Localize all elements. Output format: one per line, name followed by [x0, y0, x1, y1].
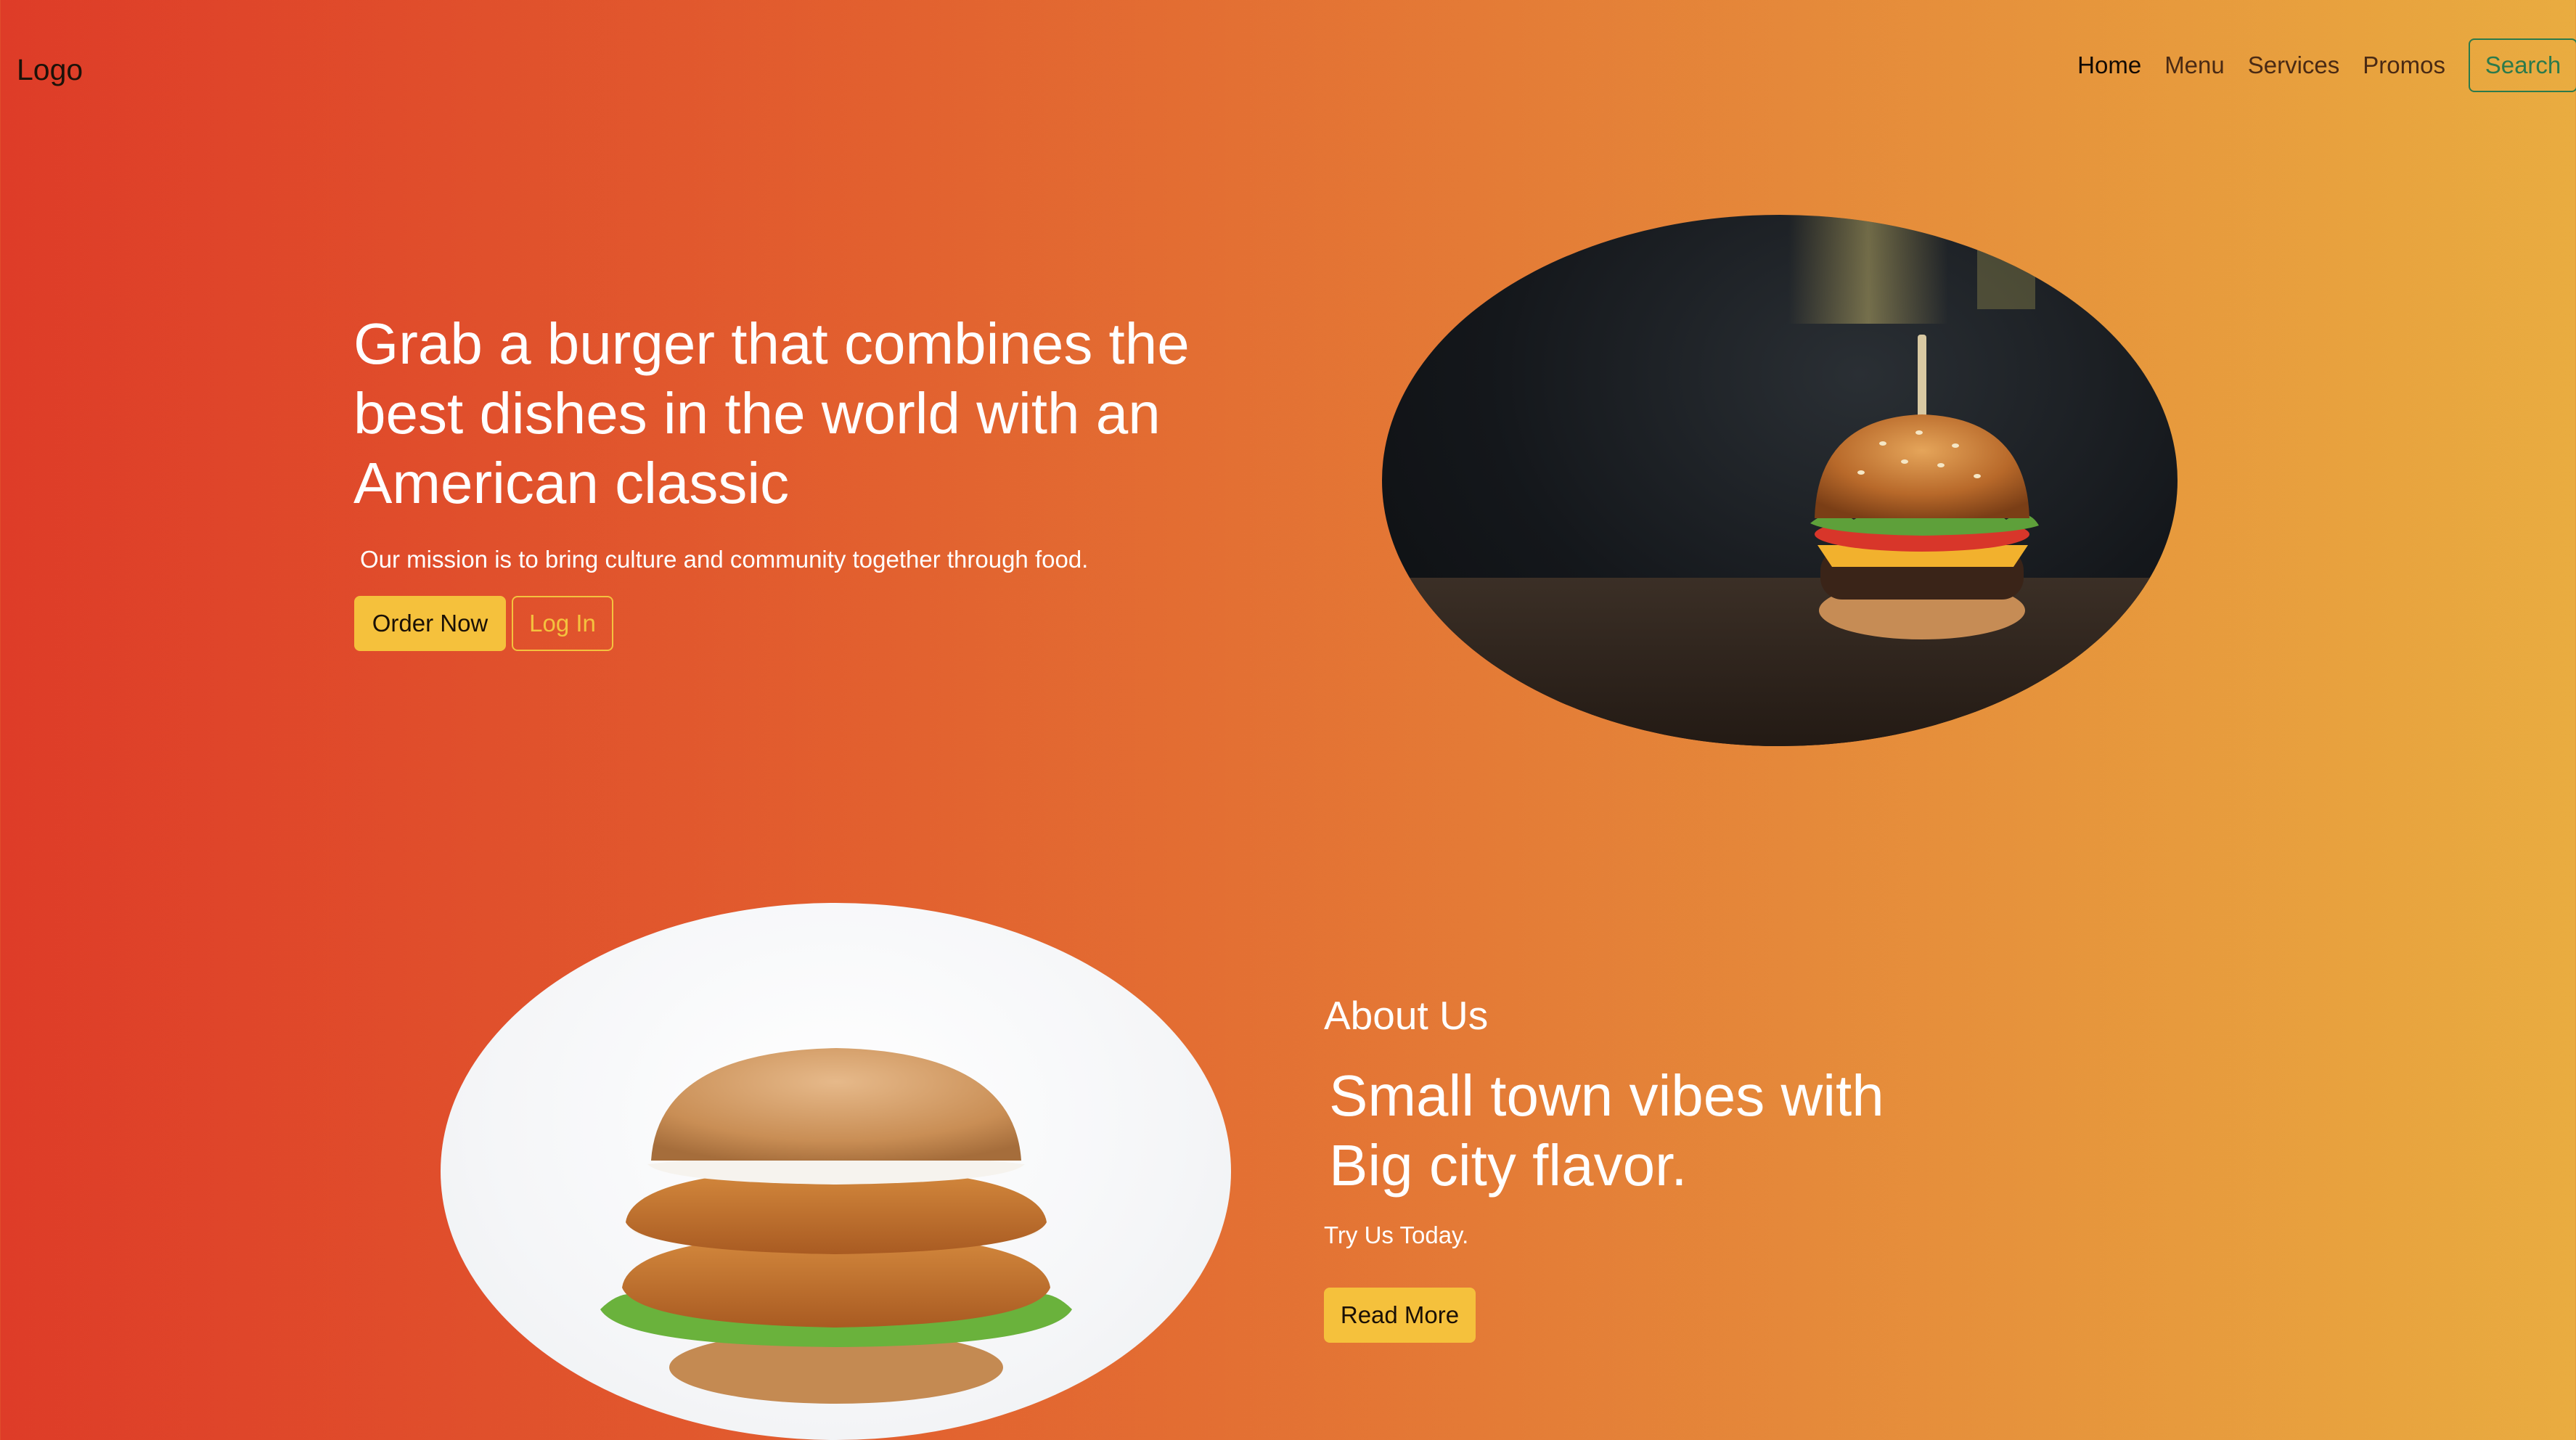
search-button[interactable]: Search [2469, 38, 2576, 92]
hero-burger-image [1382, 215, 2178, 746]
hero-title: Grab a burger that combines the best dis… [353, 311, 1190, 515]
nav-link-services[interactable]: Services [2248, 52, 2340, 79]
order-now-button[interactable]: Order Now [354, 596, 506, 651]
about-burger-image [441, 903, 1231, 1440]
main-nav: Home Menu Services Promos Search [2077, 38, 2576, 93]
hero-subtitle: Our mission is to bring culture and comm… [360, 546, 1089, 573]
about-title: Small town vibes with Big city flavor. [1329, 1063, 1884, 1198]
chicken-burger-photo-icon [600, 1048, 1072, 1404]
about-subtitle: Try Us Today. [1324, 1222, 1469, 1248]
nav-link-menu[interactable]: Menu [2164, 52, 2225, 79]
login-button[interactable]: Log In [512, 596, 613, 651]
read-more-button[interactable]: Read More [1324, 1288, 1476, 1343]
logo[interactable]: Logo [17, 51, 83, 89]
nav-link-promos[interactable]: Promos [2363, 52, 2445, 79]
nav-link-home[interactable]: Home [2077, 52, 2141, 79]
burger-photo-icon [1382, 215, 2178, 746]
about-heading: About Us [1324, 993, 1489, 1038]
